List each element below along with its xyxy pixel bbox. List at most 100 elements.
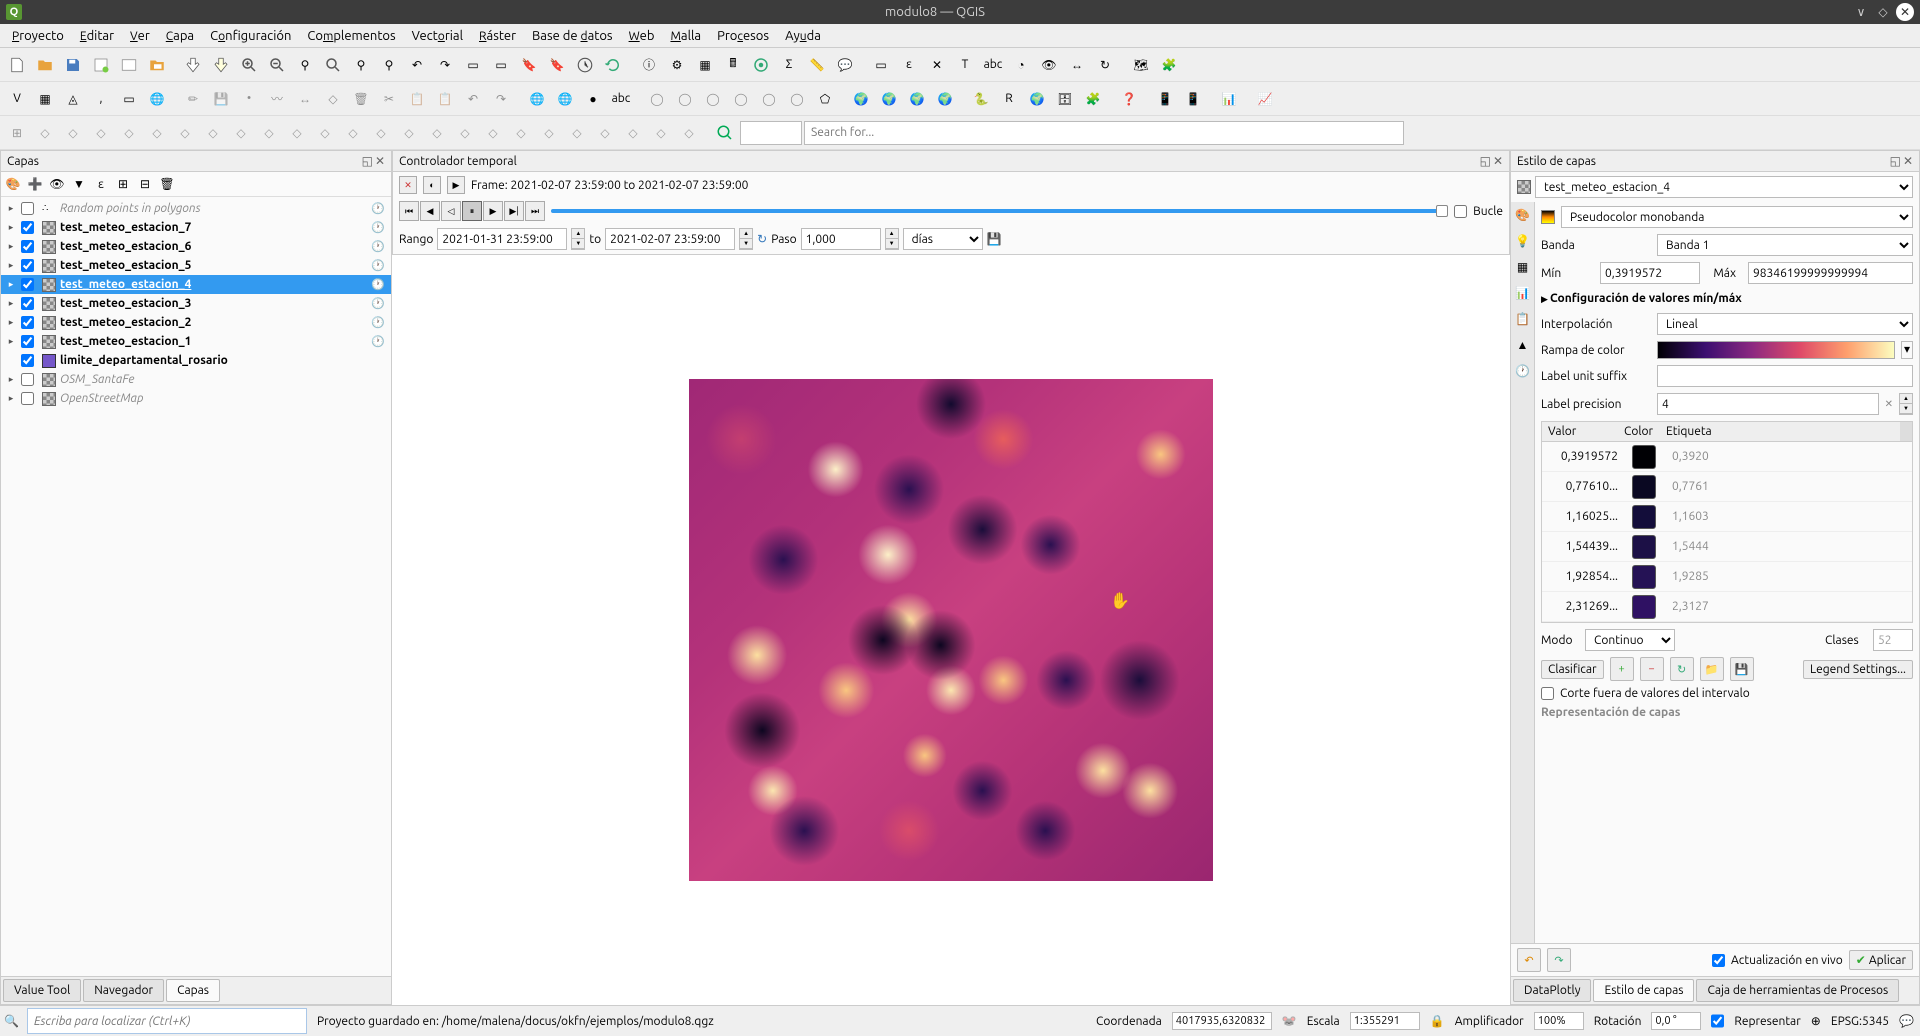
expand-icon[interactable]: ▸ [5,279,17,290]
class-color-swatch[interactable] [1632,445,1656,469]
rot-input[interactable] [1651,1012,1701,1030]
snap8-icon[interactable]: ◇ [200,120,226,146]
layer-style-icon[interactable]: 🎨 [4,175,22,193]
suffix-input[interactable] [1657,365,1913,387]
layer-visibility-checkbox[interactable] [21,240,34,253]
layer-item-0[interactable]: ▸∴Random points in polygons🕐 [1,199,391,218]
snap23-icon[interactable]: ◇ [620,120,646,146]
db-browser-icon[interactable]: 🌍 [1024,86,1050,112]
georef2-icon[interactable]: 🌍 [876,86,902,112]
coord-input[interactable] [1172,1012,1272,1030]
new-map-view-icon[interactable]: ▭ [460,52,486,78]
pan-icon[interactable] [180,52,206,78]
layer-item-4[interactable]: ▸test_meteo_estacion_4🕐 [1,275,391,294]
tab-capas[interactable]: Capas [166,979,220,1002]
minmax-config[interactable]: Configuración de valores mín/máx [1541,290,1913,307]
add-feature-icon[interactable]: • [236,86,262,112]
expand-icon[interactable]: ▸ [5,336,17,347]
geom-tool6-icon[interactable]: ◯ [784,86,810,112]
plugins-icon[interactable]: 🧩 [1080,86,1106,112]
live-update-checkbox[interactable] [1712,954,1725,967]
map-canvas[interactable]: ✋ [689,379,1213,881]
layer-visibility-checkbox[interactable] [21,354,34,367]
rotate-label-icon[interactable]: ↻ [1092,52,1118,78]
r-icon[interactable]: R [996,86,1022,112]
select-expr-icon[interactable]: ε [896,52,922,78]
zoom-out-icon[interactable] [264,52,290,78]
layer-item-9[interactable]: ▸OSM_SantaFe [1,370,391,389]
grass-region-icon[interactable]: 🌐 [552,86,578,112]
layer-visibility-checkbox[interactable] [21,373,34,386]
zoom-last-icon[interactable]: ↶ [404,52,430,78]
graph-icon[interactable]: 📊 [1216,86,1242,112]
table-icon[interactable]: ▦ [692,52,718,78]
layer-collapse-icon[interactable]: ⊟ [136,175,154,193]
tab-caja[interactable]: Caja de herramientas de Procesos [1696,979,1899,1002]
refresh-range-icon[interactable]: ↻ [757,232,767,246]
georef4-icon[interactable]: 🌍 [932,86,958,112]
digitize-icon[interactable]: 〰 [264,86,290,112]
render-tab-icon[interactable]: 📋 [1514,310,1532,328]
layer-visibility-checkbox[interactable] [21,297,34,310]
layer-visibility-checkbox[interactable] [21,316,34,329]
precision-clear-icon[interactable]: ✕ [1885,398,1893,410]
layer-visibility-checkbox[interactable] [21,278,34,291]
snap18-icon[interactable]: ◇ [480,120,506,146]
move-label-icon[interactable]: ↔ [1064,52,1090,78]
class-row-2[interactable]: 1,16025...1,1603 [1542,502,1912,532]
menu-ver[interactable]: Ver [122,27,158,45]
layer-expr-icon[interactable]: ε [92,175,110,193]
add-wms-icon[interactable]: 🌐 [144,86,170,112]
measure-icon[interactable]: 📏 [804,52,830,78]
snap20-icon[interactable]: ◇ [536,120,562,146]
snap13-icon[interactable]: ◇ [340,120,366,146]
select-icon[interactable]: ▭ [868,52,894,78]
zoom-selection-icon[interactable]: ⚲ [348,52,374,78]
paso-up-icon[interactable]: ▲ [886,229,898,239]
copy-icon[interactable]: 📋 [404,86,430,112]
range-end-input[interactable] [605,228,735,250]
start-up-icon[interactable]: ▲ [572,229,584,239]
new-print-layout-icon[interactable] [88,52,114,78]
undock-icon[interactable]: ◱ [362,154,373,168]
label-tool-icon[interactable]: abc [980,52,1006,78]
start-down-icon[interactable]: ▼ [572,239,584,249]
snap3-icon[interactable]: ◇ [60,120,86,146]
toolbox-icon[interactable] [748,52,774,78]
cut-icon[interactable]: ✂ [376,86,402,112]
clasificar-button[interactable]: Clasificar [1541,660,1604,679]
expand-icon[interactable]: ▸ [5,317,17,328]
new-project-icon[interactable] [4,52,30,78]
max-input[interactable] [1748,262,1913,284]
field-calc-icon[interactable]: 🖩 [720,52,746,78]
search-input[interactable] [804,121,1404,145]
tab-estilo[interactable]: Estilo de capas [1593,979,1694,1002]
snap7-icon[interactable]: ◇ [172,120,198,146]
snap2-icon[interactable]: ◇ [32,120,58,146]
paso-down-icon[interactable]: ▼ [886,239,898,249]
expand-icon[interactable]: ▸ [5,222,17,233]
add-class-icon[interactable]: + [1610,657,1634,681]
tab-value-tool[interactable]: Value Tool [3,979,81,1002]
end-down-icon[interactable]: ▼ [740,239,752,249]
aplicar-button[interactable]: ✔Aplicar [1849,950,1913,970]
add-virtual-icon[interactable]: ▭ [116,86,142,112]
tab-dataplotly[interactable]: DataPlotly [1513,979,1591,1002]
col-valor[interactable]: Valor [1542,422,1618,441]
qfield-icon[interactable]: 📱 [1152,86,1178,112]
modo-select[interactable]: Continuo [1585,629,1675,651]
expand-icon[interactable]: ▸ [5,393,17,404]
col-color[interactable]: Color [1618,422,1658,441]
amp-input[interactable] [1534,1012,1584,1030]
layer-visibility-checkbox[interactable] [21,221,34,234]
undo-style-icon[interactable]: ↶ [1517,948,1541,972]
prec-up-icon[interactable]: ▲ [1900,394,1912,404]
end-up-icon[interactable]: ▲ [740,229,752,239]
style-layer-select[interactable]: test_meteo_estacion_4 [1535,176,1913,198]
close-temporal-icon[interactable]: ✕ [1493,154,1503,168]
menu-ayuda[interactable]: Ayuda [777,27,829,45]
zoom-in-icon[interactable] [236,52,262,78]
temporal-fixed-icon[interactable]: ◐ [423,176,441,194]
tab-navegador[interactable]: Navegador [83,979,164,1002]
layer-item-5[interactable]: ▸test_meteo_estacion_3🕐 [1,294,391,313]
